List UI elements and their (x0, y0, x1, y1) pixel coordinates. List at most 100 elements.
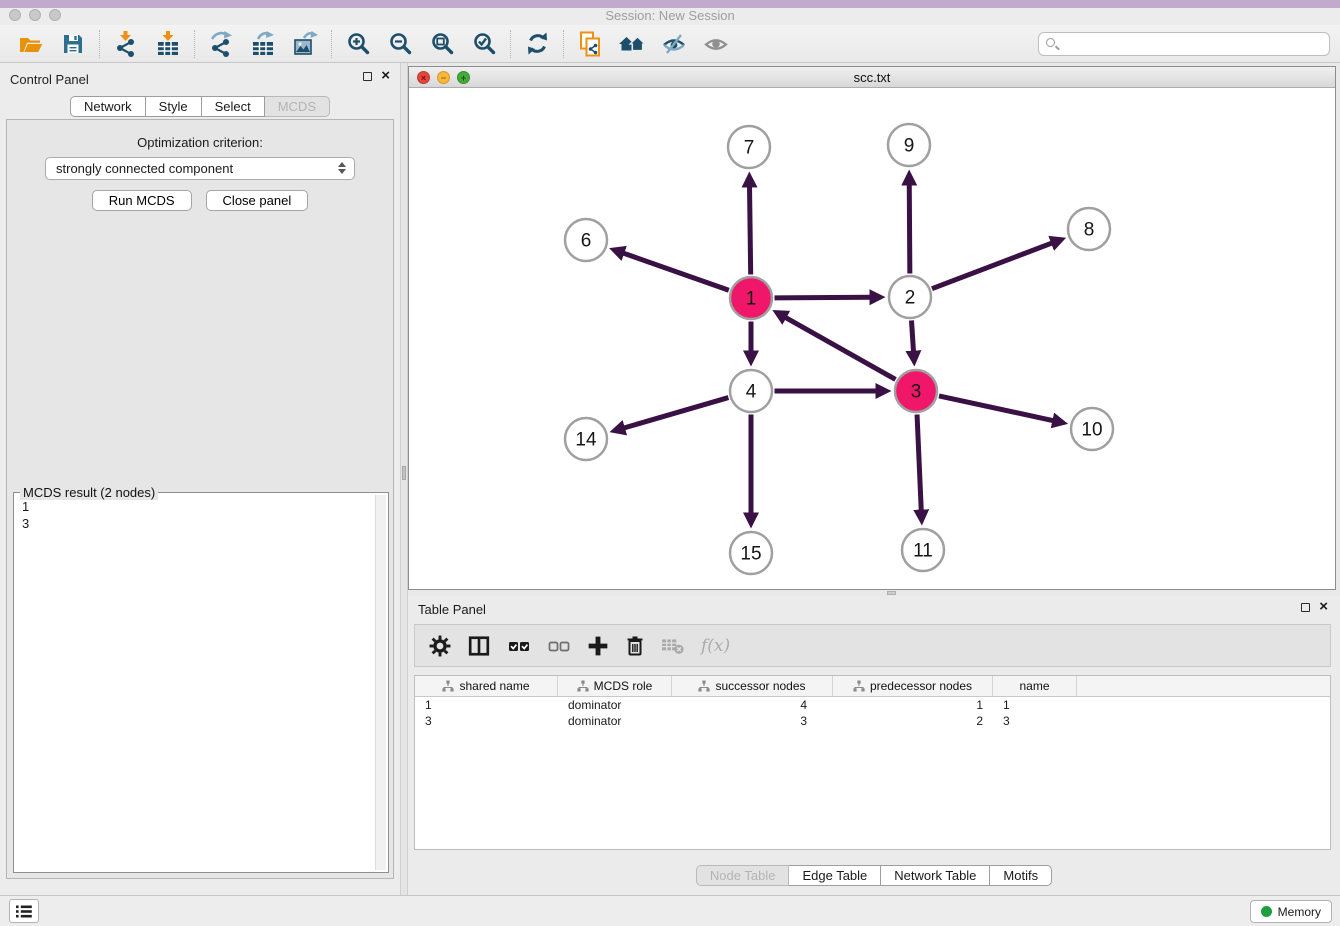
column-header-successor-nodes[interactable]: successor nodes (672, 676, 833, 696)
table-panel: Table Panel × (408, 596, 1340, 895)
table-settings-button[interactable] (429, 635, 451, 657)
close-panel-button[interactable]: Close panel (206, 190, 309, 211)
export-table-button[interactable] (242, 28, 284, 60)
tab-mcds[interactable]: MCDS (265, 96, 330, 117)
cell-shared-name: 3 (415, 714, 558, 728)
column-header-shared-name[interactable]: shared name (415, 676, 558, 696)
save-session-button[interactable] (52, 28, 94, 60)
export-image-button[interactable] (284, 28, 326, 60)
function-builder-button[interactable]: f(x) (701, 636, 730, 656)
column-header-MCDS-role[interactable]: MCDS role (558, 676, 672, 696)
splitter-handle[interactable] (887, 591, 896, 595)
zoom-in-button[interactable] (337, 28, 379, 60)
mcds-panel: Optimization criterion: strongly connect… (6, 119, 394, 879)
table-row[interactable]: 3dominator323 (415, 713, 1330, 729)
cell-predecessor-nodes: 2 (833, 714, 993, 728)
mcds-result-title: MCDS result (2 nodes) (20, 485, 158, 500)
zoom-fit-icon (430, 31, 455, 56)
memory-button[interactable]: Memory (1250, 900, 1332, 923)
delete-table-button[interactable] (661, 636, 685, 656)
delete-column-button[interactable] (625, 635, 645, 657)
run-mcds-button[interactable]: Run MCDS (92, 190, 192, 211)
network-window-title: scc.txt (409, 70, 1335, 85)
control-panel-tabs: NetworkStyleSelectMCDS (0, 96, 400, 117)
control-panel: Control Panel × NetworkStyleSelectMCDS O… (0, 63, 400, 895)
criterion-value: strongly connected component (56, 161, 233, 176)
cell-MCDS-role: dominator (558, 698, 672, 712)
column-tree-icon (853, 680, 865, 692)
zoom-out-button[interactable] (379, 28, 421, 60)
graph-edge-1-6[interactable] (623, 253, 729, 290)
column-header-name[interactable]: name (993, 676, 1077, 696)
graph-edge-2-3[interactable] (911, 320, 913, 352)
zoom-in-icon (346, 31, 371, 56)
splitter-handle[interactable] (402, 466, 406, 480)
zoom-selected-button[interactable] (463, 28, 505, 60)
refresh-button[interactable] (516, 28, 558, 60)
graph-edge-2-9[interactable] (909, 184, 910, 274)
tab-style[interactable]: Style (146, 96, 202, 117)
table-tab-edge-table[interactable]: Edge Table (789, 865, 881, 886)
graph-edge-1-7[interactable] (750, 186, 751, 275)
column-header-label: successor nodes (715, 679, 805, 693)
tab-network[interactable]: Network (70, 96, 146, 117)
panel-splitter-vertical[interactable] (400, 63, 408, 895)
column-tree-icon (442, 680, 454, 692)
toolbar-search (1038, 32, 1330, 56)
graph-node-label-3: 3 (911, 382, 922, 403)
columns-icon (467, 635, 491, 657)
table-tab-network-table[interactable]: Network Table (881, 865, 990, 886)
status-bar: Memory (0, 895, 1340, 926)
graph-node-label-10: 10 (1081, 420, 1102, 441)
show-panels-button[interactable] (695, 28, 737, 60)
graph-edge-3-10[interactable] (939, 396, 1054, 421)
add-column-button[interactable] (587, 635, 609, 657)
graph-edge-3-11[interactable] (917, 414, 921, 511)
graph-edge-1-2[interactable] (774, 297, 871, 298)
close-panel-icon[interactable]: × (381, 71, 390, 81)
network-canvas[interactable]: 1234678910111415 (409, 88, 1335, 589)
open-session-button[interactable] (10, 28, 52, 60)
task-history-button[interactable] (9, 899, 39, 923)
table-tab-node-table[interactable]: Node Table (696, 865, 790, 886)
mcds-result-text[interactable]: 1 3 (22, 498, 29, 532)
network-view-window: × − + scc.txt 1234678910111415 (408, 66, 1336, 590)
table-tab-motifs[interactable]: Motifs (990, 865, 1052, 886)
toolbar-separator (194, 30, 195, 58)
result-scrollbar[interactable] (375, 495, 386, 870)
graph-node-label-1: 1 (746, 289, 757, 310)
cell-shared-name: 1 (415, 698, 558, 712)
import-network-button[interactable] (105, 28, 147, 60)
criterion-select[interactable]: strongly connected component (45, 157, 355, 180)
tab-select[interactable]: Select (202, 96, 265, 117)
zoom-fit-button[interactable] (421, 28, 463, 60)
gear-icon (429, 635, 451, 657)
graph-edge-3-1[interactable] (785, 317, 896, 379)
deselect-all-button[interactable] (547, 636, 571, 656)
table-row[interactable]: 1dominator411 (415, 697, 1330, 713)
column-header-predecessor-nodes[interactable]: predecessor nodes (833, 676, 993, 696)
table-tabs: Node TableEdge TableNetwork TableMotifs (408, 865, 1340, 886)
graph-edge-2-8[interactable] (932, 243, 1053, 289)
hide-panels-button[interactable] (653, 28, 695, 60)
list-icon (15, 904, 33, 919)
main-area: Control Panel × NetworkStyleSelectMCDS O… (0, 63, 1340, 895)
network-window-titlebar[interactable]: × − + scc.txt (409, 67, 1335, 88)
select-all-button[interactable] (507, 636, 531, 656)
import-table-button[interactable] (147, 28, 189, 60)
column-header-label: MCDS role (594, 679, 653, 693)
node-table: shared name MCDS role successor nodes prede… (414, 675, 1331, 850)
home-layout-button[interactable] (611, 28, 653, 60)
cell-name: 3 (993, 714, 1077, 728)
close-panel-icon[interactable]: × (1319, 602, 1328, 612)
table-panel-controls: × (1301, 602, 1328, 612)
table-panel-title: Table Panel (418, 602, 486, 617)
copy-style-button[interactable] (569, 28, 611, 60)
column-layout-button[interactable] (467, 635, 491, 657)
search-input[interactable] (1038, 32, 1330, 56)
graph-edge-4-14[interactable] (623, 398, 728, 429)
export-network-button[interactable] (200, 28, 242, 60)
graph-node-label-9: 9 (904, 136, 915, 157)
float-panel-icon[interactable] (1301, 603, 1310, 612)
float-panel-icon[interactable] (363, 72, 372, 81)
